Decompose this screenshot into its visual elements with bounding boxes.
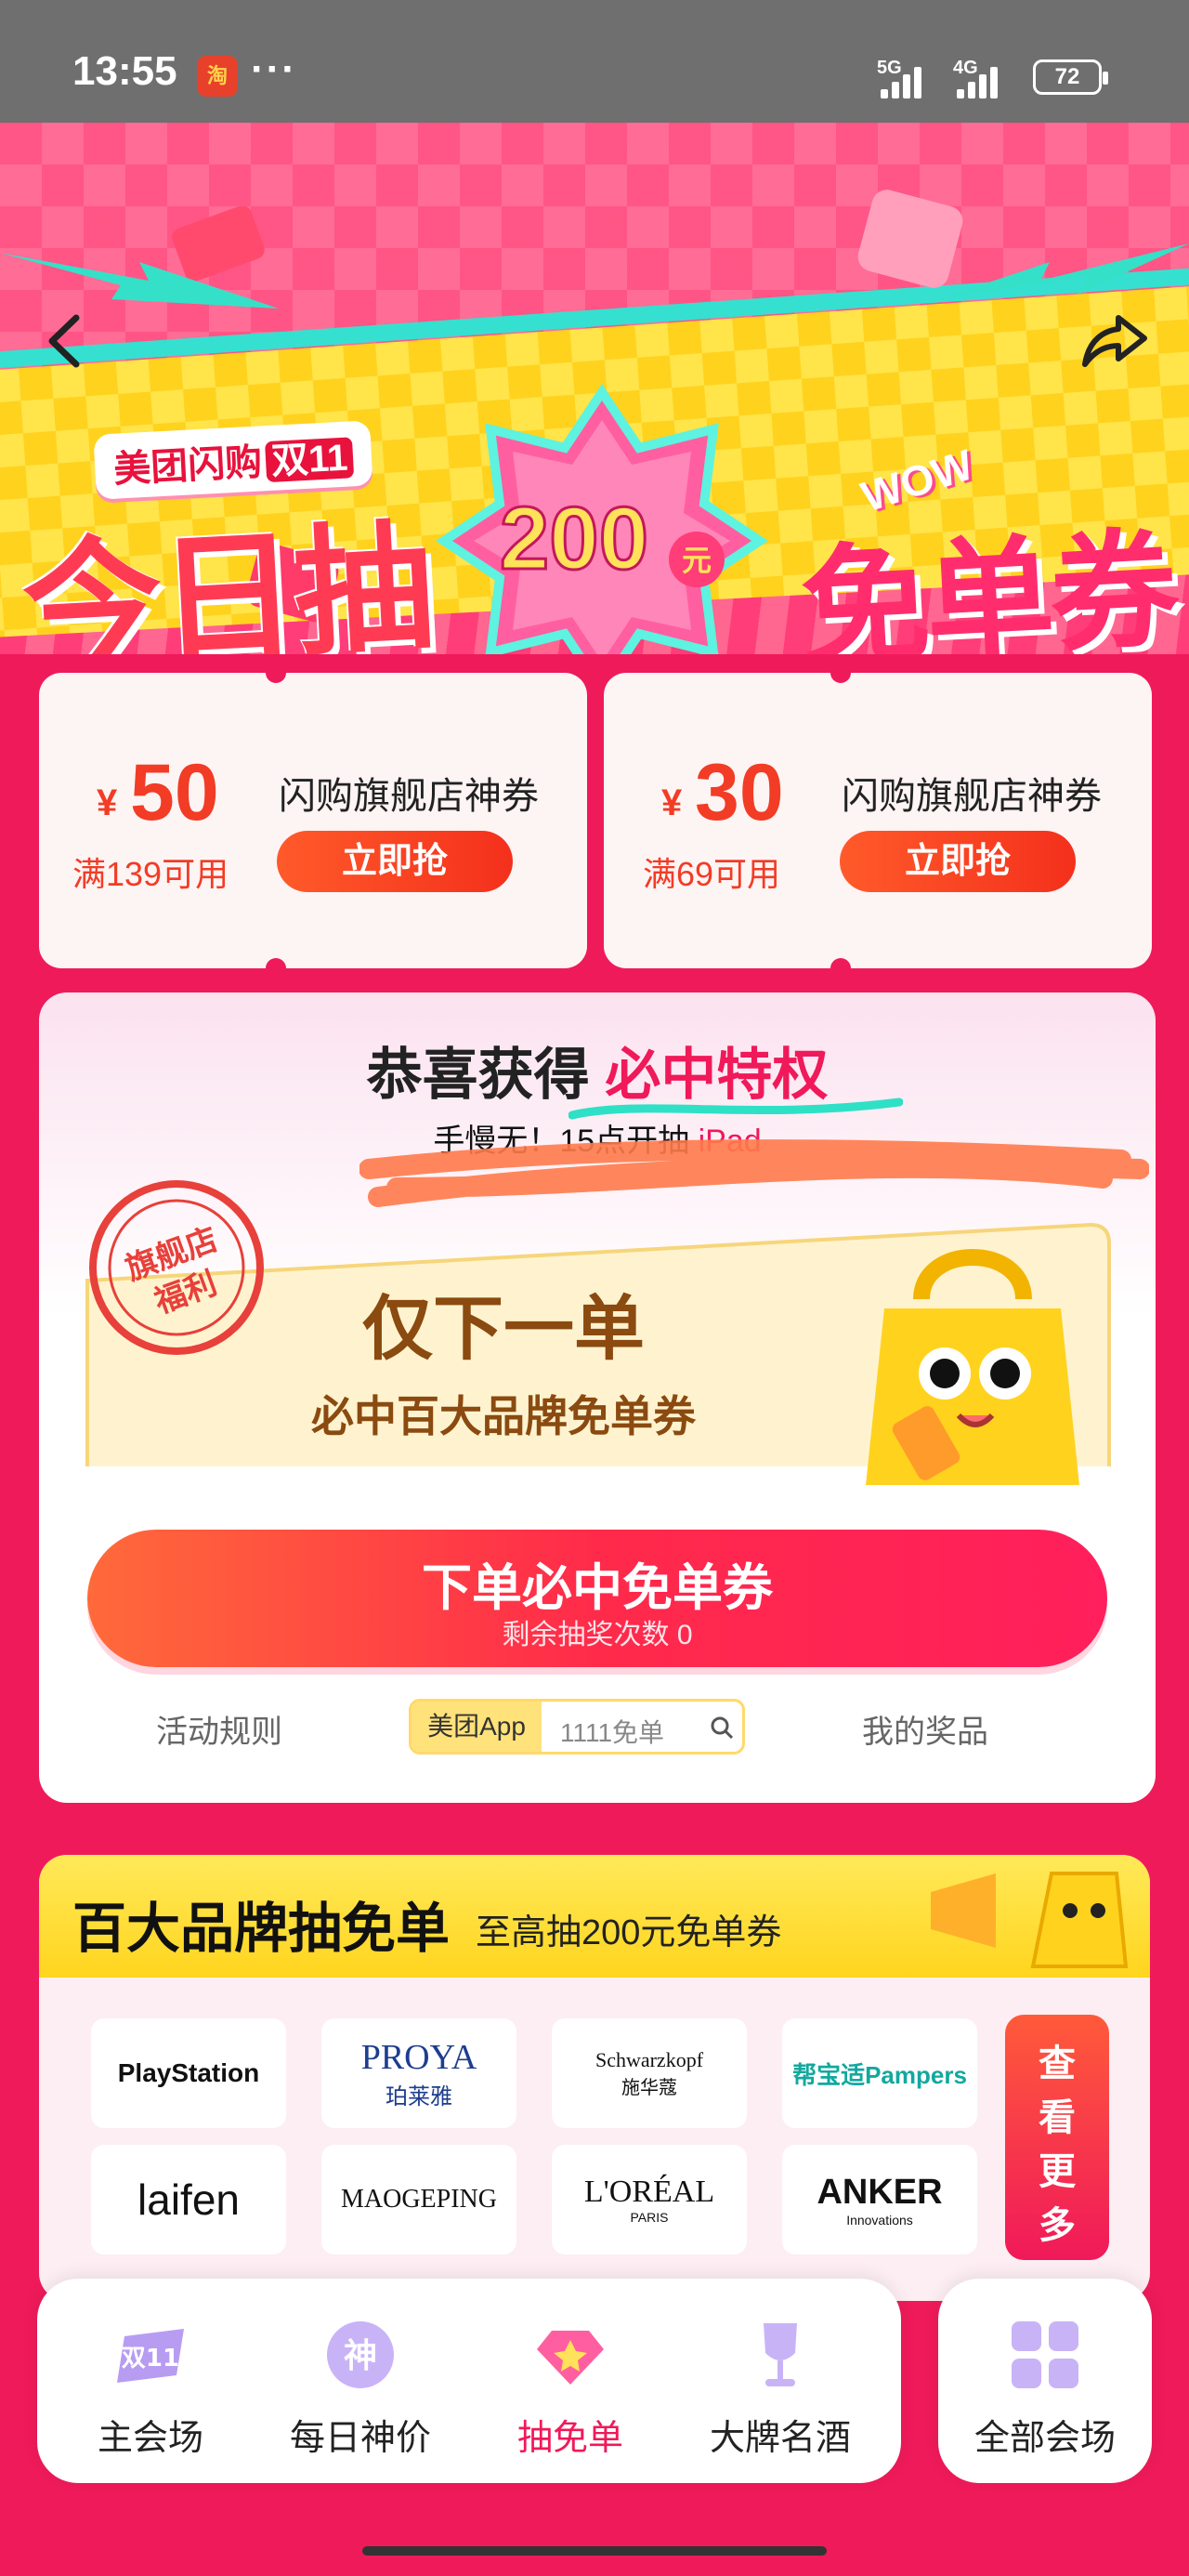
coupon-condition: 满69可用 (643, 855, 781, 893)
scribble-mark (359, 1139, 1149, 1207)
svg-text:神: 神 (344, 2337, 377, 2375)
brand-logo-proya[interactable]: PROYA 珀莱雅 (321, 2018, 516, 2128)
brand-logo-playstation[interactable]: PlayStation (91, 2018, 286, 2128)
nav-item-daily-price[interactable]: 神 每日神价 (258, 2279, 463, 2483)
meituan-app-tag: 美团App (412, 1702, 542, 1752)
share-icon (1082, 315, 1147, 367)
share-button[interactable] (1076, 309, 1150, 374)
status-bar: 13:55 淘 ··· 5G 4G 72 (0, 0, 1189, 123)
search-icon (711, 1716, 734, 1740)
coupon-card: ¥ 50 满139可用 闪购旗舰店神券 立即抢 (39, 663, 587, 979)
draw-remaining: 剩余抽奖次数 0 (502, 1620, 693, 1650)
status-time: 13:55 (72, 48, 177, 94)
nav-item-all-venues[interactable]: 全部会场 (938, 2279, 1152, 2483)
brand-logo-anker[interactable]: ANKER Innovations (782, 2145, 977, 2254)
brand-logo-maogeping[interactable]: MAOGEPING (321, 2145, 516, 2254)
svg-text:双11: 双11 (122, 2345, 179, 2372)
activity-rules-link[interactable]: 活动规则 (156, 1706, 282, 1752)
brand-logo-schwarzkopf[interactable]: Schwarzkopf 施华蔻 (552, 2018, 747, 2128)
more-notifications-icon: ··· (251, 46, 297, 92)
diamond-icon (537, 2331, 604, 2385)
shopping-bag-mascot-icon (866, 1249, 1079, 1485)
headline-right: 免单券 (797, 518, 1179, 654)
lightning-decoration-icon (0, 253, 279, 309)
coupon-name: 闪购旗舰店神券 (279, 776, 539, 817)
grid-icon (1012, 2321, 1078, 2388)
brands-header: 百大品牌抽免单 至高抽200元免单券 (39, 1855, 1150, 1978)
wine-glass-icon (764, 2323, 797, 2386)
promo-banner: 美团闪购 双11 今日抽 免单券 WOW 200 元 (0, 123, 1189, 654)
signal-icon (957, 61, 1016, 99)
coupon-name: 闪购旗舰店神券 (842, 776, 1102, 817)
brands-title: 百大品牌抽免单 (72, 1899, 451, 1959)
brand-logo-loreal[interactable]: L'ORÉAL PARIS (552, 2145, 747, 2254)
amount-badge: 200 元 (435, 383, 769, 654)
coupon-currency: ¥ (97, 782, 118, 823)
nav-item-free-draw[interactable]: 抽免单 (468, 2279, 673, 2483)
grab-coupon-button[interactable]: 立即抢 (840, 831, 1076, 892)
ticket-sub-text: 必中百大品牌免单券 (311, 1392, 696, 1440)
mascot-megaphone-icon (931, 1872, 1129, 1968)
search-keyword: 1111免单 (560, 1718, 665, 1747)
headline-left: 今日抽 (19, 508, 434, 654)
brands-subtitle: 至高抽200元免单券 (476, 1913, 782, 1952)
home-indicator[interactable] (362, 2546, 827, 2556)
badge-amount: 200 (500, 489, 648, 588)
taobao-app-icon: 淘 (197, 56, 238, 97)
brands-section: 百大品牌抽免单 至高抽200元免单券 PlayStation PROYA 珀莱雅… (39, 1855, 1150, 2301)
ticket-main-text: 仅下一单 (362, 1290, 645, 1369)
meituan-search-box[interactable]: 美团App 1111免单 (409, 1699, 745, 1755)
nav-item-famous-wine[interactable]: 大牌名酒 (678, 2279, 882, 2483)
bottom-nav: 双11 主会场 神 每日神价 抽免单 大牌名酒 (37, 2279, 901, 2483)
draw-free-coupon-button[interactable]: 下单必中免单券 剩余抽奖次数 0 (87, 1530, 1107, 1667)
draw-button-label: 下单必中免单券 (422, 1560, 773, 1616)
back-button[interactable] (37, 309, 93, 374)
coupon-currency: ¥ (661, 782, 683, 823)
signal-icon (881, 61, 940, 99)
coupon-card: ¥ 30 满69可用 闪购旗舰店神券 立即抢 (604, 663, 1152, 979)
double11-icon: 双11 (117, 2329, 184, 2383)
battery-icon: 72 (1033, 59, 1108, 95)
view-more-brands-button[interactable]: 查 看 更 多 (1005, 2015, 1109, 2260)
my-prizes-link[interactable]: 我的奖品 (862, 1706, 988, 1752)
lightning-decoration-icon (938, 243, 1189, 299)
grab-coupon-button[interactable]: 立即抢 (277, 831, 513, 892)
shen-icon: 神 (327, 2321, 394, 2388)
coupon-amount: 30 (695, 748, 784, 837)
nav-item-main-venue[interactable]: 双11 主会场 (48, 2279, 253, 2483)
brand-logo-pampers[interactable]: 帮宝适Pampers (782, 2018, 977, 2128)
coupon-amount: 50 (130, 748, 219, 837)
privilege-card: 恭喜获得 必中特权 手慢无！15点开抽 iPad 旗舰店 福利 仅下一单 必中百… (39, 992, 1156, 1803)
coupon-condition: 满139可用 (72, 855, 229, 893)
badge-unit: 元 (682, 543, 712, 578)
brand-logo-laifen[interactable]: laifen (91, 2145, 286, 2254)
